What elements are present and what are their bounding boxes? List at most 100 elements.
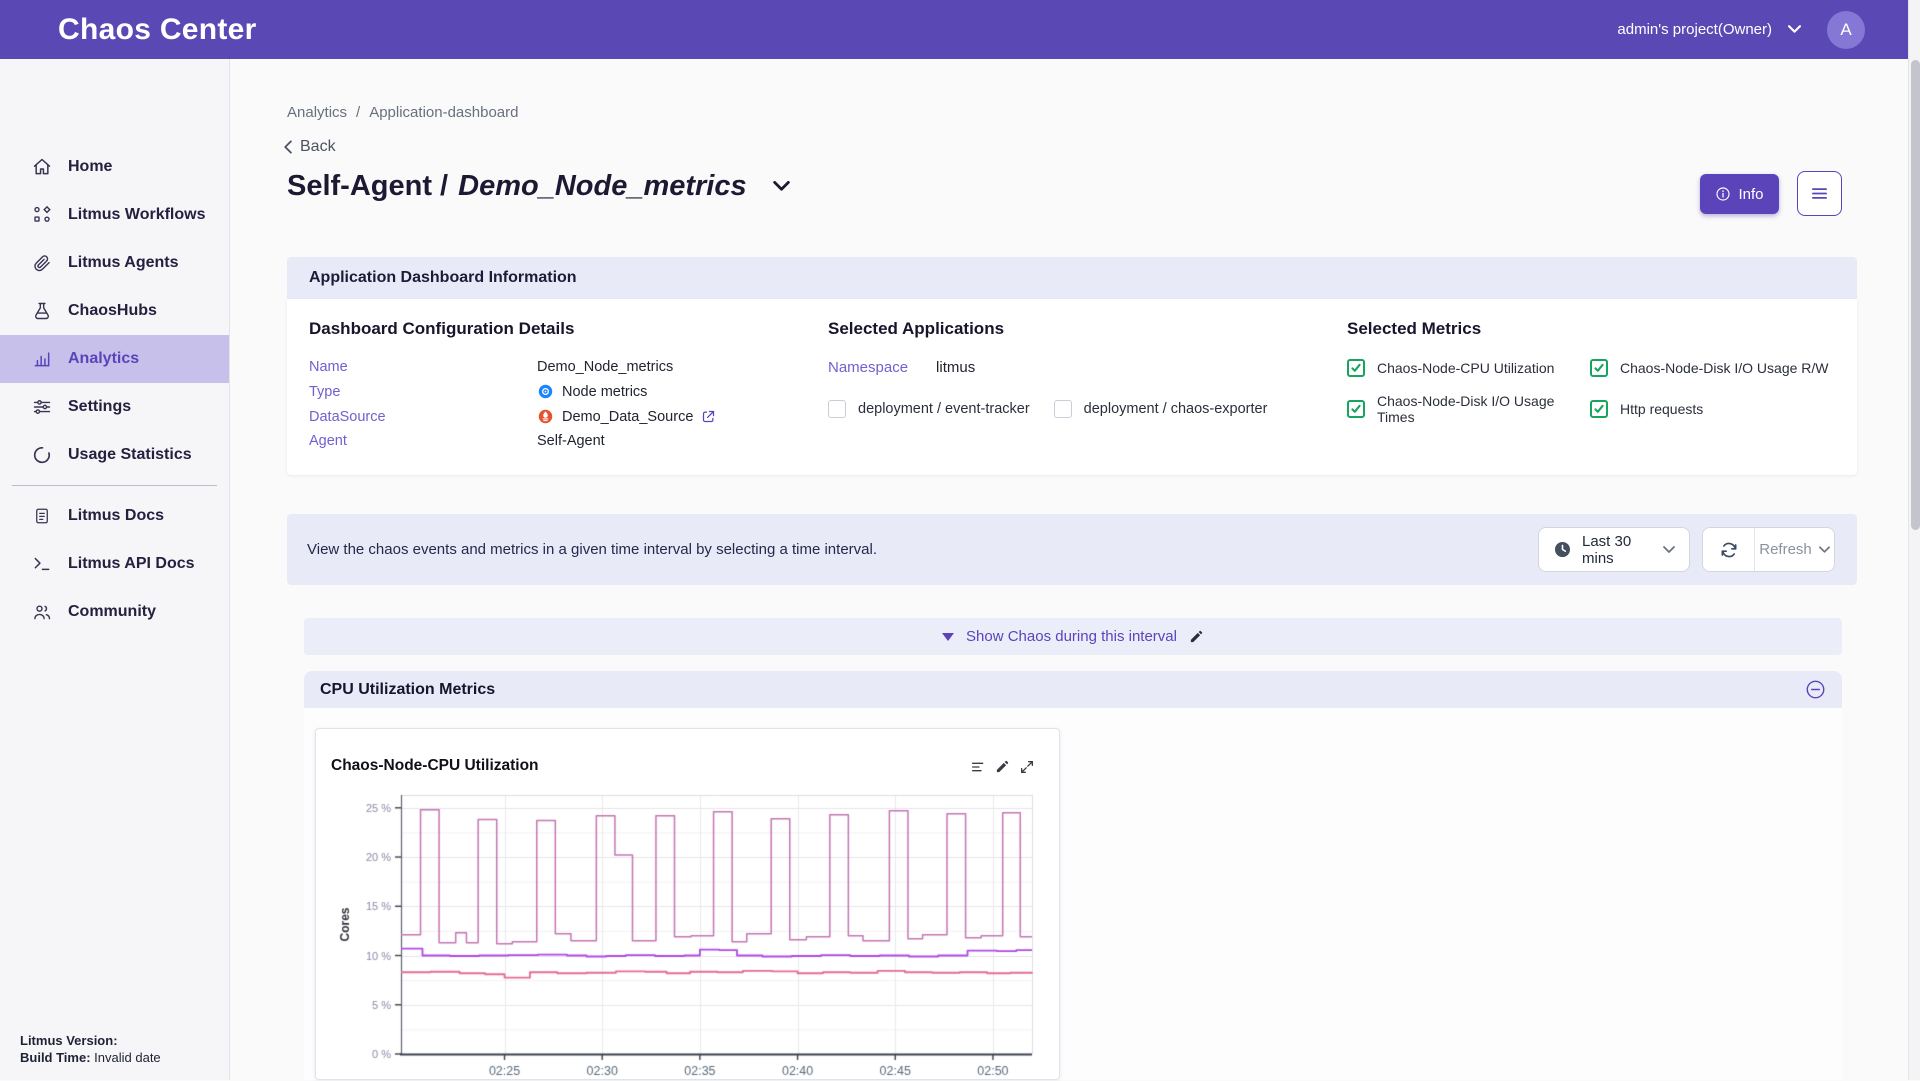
name-label: Name bbox=[309, 359, 537, 375]
dashboard-menu-button[interactable] bbox=[1797, 171, 1842, 216]
sidebar-item-label: Litmus API Docs bbox=[68, 555, 195, 573]
build-time-label: Build Time: bbox=[20, 1050, 91, 1065]
cpu-section-title: CPU Utilization Metrics bbox=[320, 681, 495, 699]
time-interval-description: View the chaos events and metrics in a g… bbox=[307, 539, 892, 561]
paperclip-icon bbox=[30, 251, 54, 275]
checkbox-checked-icon bbox=[1347, 359, 1365, 377]
application-dashboard-info-panel: Application Dashboard Information Dashbo… bbox=[287, 257, 1857, 475]
chart-expand-icon[interactable] bbox=[1019, 759, 1035, 775]
sidebar-item-usage-statistics[interactable]: Usage Statistics bbox=[0, 431, 229, 479]
sidebar-item-litmus-workflows[interactable]: Litmus Workflows bbox=[0, 191, 229, 239]
sidebar-item-litmus-docs[interactable]: Litmus Docs bbox=[0, 492, 229, 540]
chevron-down-icon bbox=[1819, 546, 1830, 554]
checkbox-label: deployment / chaos-exporter bbox=[1084, 401, 1268, 417]
terminal-icon bbox=[30, 552, 54, 576]
sidebar-divider bbox=[12, 485, 217, 486]
checkbox-disk-io-rw[interactable]: Chaos-Node-Disk I/O Usage R/W bbox=[1590, 359, 1835, 377]
time-range-value: Last 30 mins bbox=[1582, 533, 1653, 567]
checkbox-cpu-utilization[interactable]: Chaos-Node-CPU Utilization bbox=[1347, 359, 1590, 377]
applications-heading: Selected Applications bbox=[828, 319, 1347, 339]
breadcrumb-separator: / bbox=[356, 104, 360, 121]
prometheus-icon bbox=[537, 408, 554, 425]
checkbox-checked-icon bbox=[1590, 359, 1608, 377]
back-button[interactable]: Back bbox=[283, 138, 336, 156]
project-dropdown[interactable]: admin's project(Owner) bbox=[1617, 21, 1801, 38]
sidebar-item-home[interactable]: Home bbox=[0, 143, 229, 191]
dashboard-name: Demo_Node_metrics bbox=[458, 170, 747, 203]
avatar[interactable]: A bbox=[1827, 11, 1865, 49]
sidebar-item-label: Analytics bbox=[68, 350, 139, 368]
sidebar-item-label: Home bbox=[68, 158, 112, 176]
back-label: Back bbox=[300, 138, 336, 156]
sidebar-item-label: Community bbox=[68, 603, 156, 621]
selected-metrics-column: Selected Metrics Chaos-Node-CPU Utilizat… bbox=[1347, 319, 1835, 449]
breadcrumb-application-dashboard[interactable]: Application-dashboard bbox=[369, 104, 518, 121]
project-label: admin's project(Owner) bbox=[1617, 21, 1772, 38]
community-icon bbox=[30, 600, 54, 624]
version-label: Litmus Version: bbox=[20, 1033, 118, 1048]
usage-icon bbox=[30, 443, 54, 467]
scrollbar-track[interactable] bbox=[1908, 0, 1920, 1080]
show-chaos-bar: Show Chaos during this interval bbox=[304, 618, 1842, 655]
refresh-now-button[interactable] bbox=[1703, 528, 1755, 571]
sidebar-item-community[interactable]: Community bbox=[0, 588, 229, 636]
datasource-label: DataSource bbox=[309, 409, 537, 425]
checkbox-label: Chaos-Node-Disk I/O Usage Times bbox=[1377, 393, 1590, 425]
app-title: Chaos Center bbox=[58, 13, 257, 47]
agent-value: Self-Agent bbox=[537, 433, 828, 449]
refresh-icon bbox=[1719, 540, 1739, 560]
collapse-section-icon[interactable] bbox=[1805, 679, 1826, 700]
app-header: Chaos Center admin's project(Owner) A bbox=[0, 0, 1920, 59]
version-info: Litmus Version: Build Time: Invalid date bbox=[20, 1032, 161, 1066]
sidebar-item-analytics[interactable]: Analytics bbox=[0, 335, 229, 383]
refresh-label: Refresh bbox=[1759, 541, 1812, 558]
time-interval-bar: View the chaos events and metrics in a g… bbox=[287, 514, 1857, 585]
external-link-icon[interactable] bbox=[701, 409, 716, 424]
analytics-icon bbox=[30, 347, 54, 371]
refresh-interval-select[interactable]: Refresh bbox=[1755, 528, 1834, 571]
panel-header: Application Dashboard Information bbox=[287, 257, 1857, 299]
breadcrumb: Analytics / Application-dashboard bbox=[287, 104, 518, 121]
page-title: Self-Agent / Demo_Node_metrics bbox=[287, 170, 790, 203]
workflows-icon bbox=[30, 203, 54, 227]
checkbox-chaos-exporter[interactable]: deployment / chaos-exporter bbox=[1054, 400, 1268, 418]
sidebar-item-litmus-api-docs[interactable]: Litmus API Docs bbox=[0, 540, 229, 588]
cpu-utilization-section-header: CPU Utilization Metrics bbox=[304, 671, 1842, 708]
type-value: Node metrics bbox=[537, 383, 828, 400]
sidebar-item-litmus-agents[interactable]: Litmus Agents bbox=[0, 239, 229, 287]
checkbox-event-tracker[interactable]: deployment / event-tracker bbox=[828, 400, 1030, 418]
sidebar-item-settings[interactable]: Settings bbox=[0, 383, 229, 431]
build-time-value: Invalid date bbox=[94, 1050, 161, 1065]
chart-menu-icon[interactable] bbox=[970, 759, 986, 775]
checkbox-icon bbox=[828, 400, 846, 418]
checkbox-http-requests[interactable]: Http requests bbox=[1590, 393, 1835, 425]
time-range-select[interactable]: Last 30 mins bbox=[1538, 527, 1690, 572]
namespace-label: Namespace bbox=[828, 359, 908, 376]
sliders-icon bbox=[30, 395, 54, 419]
name-value: Demo_Node_metrics bbox=[537, 359, 828, 375]
chevron-down-icon bbox=[1663, 546, 1675, 554]
checkbox-checked-icon bbox=[1590, 400, 1608, 418]
checkbox-disk-io-times[interactable]: Chaos-Node-Disk I/O Usage Times bbox=[1347, 393, 1590, 425]
checkbox-label: Chaos-Node-Disk I/O Usage R/W bbox=[1620, 360, 1829, 376]
sidebar-item-label: Litmus Docs bbox=[68, 507, 164, 525]
edit-pencil-icon[interactable] bbox=[1189, 629, 1204, 644]
refresh-controls: Refresh bbox=[1702, 527, 1835, 572]
triangle-down-icon[interactable] bbox=[942, 633, 954, 641]
checkbox-label: Http requests bbox=[1620, 401, 1703, 417]
sidebar-item-label: Litmus Workflows bbox=[68, 206, 206, 224]
scrollbar-thumb[interactable] bbox=[1911, 60, 1920, 530]
flask-icon bbox=[30, 299, 54, 323]
info-button[interactable]: Info bbox=[1700, 174, 1779, 214]
show-chaos-label[interactable]: Show Chaos during this interval bbox=[966, 628, 1177, 645]
datasource-value: Demo_Data_Source bbox=[537, 408, 828, 425]
panel-title: Application Dashboard Information bbox=[309, 269, 577, 287]
title-chevron-down-icon[interactable] bbox=[773, 181, 790, 192]
chart-title: Chaos-Node-CPU Utilization bbox=[331, 757, 539, 775]
selected-applications-column: Selected Applications Namespace litmus d… bbox=[828, 319, 1347, 449]
chart-edit-icon[interactable] bbox=[995, 759, 1010, 775]
agent-label: Agent bbox=[309, 433, 537, 449]
sidebar-item-chaoshubs[interactable]: ChaosHubs bbox=[0, 287, 229, 335]
breadcrumb-analytics[interactable]: Analytics bbox=[287, 104, 347, 121]
sidebar-item-label: Settings bbox=[68, 398, 131, 416]
